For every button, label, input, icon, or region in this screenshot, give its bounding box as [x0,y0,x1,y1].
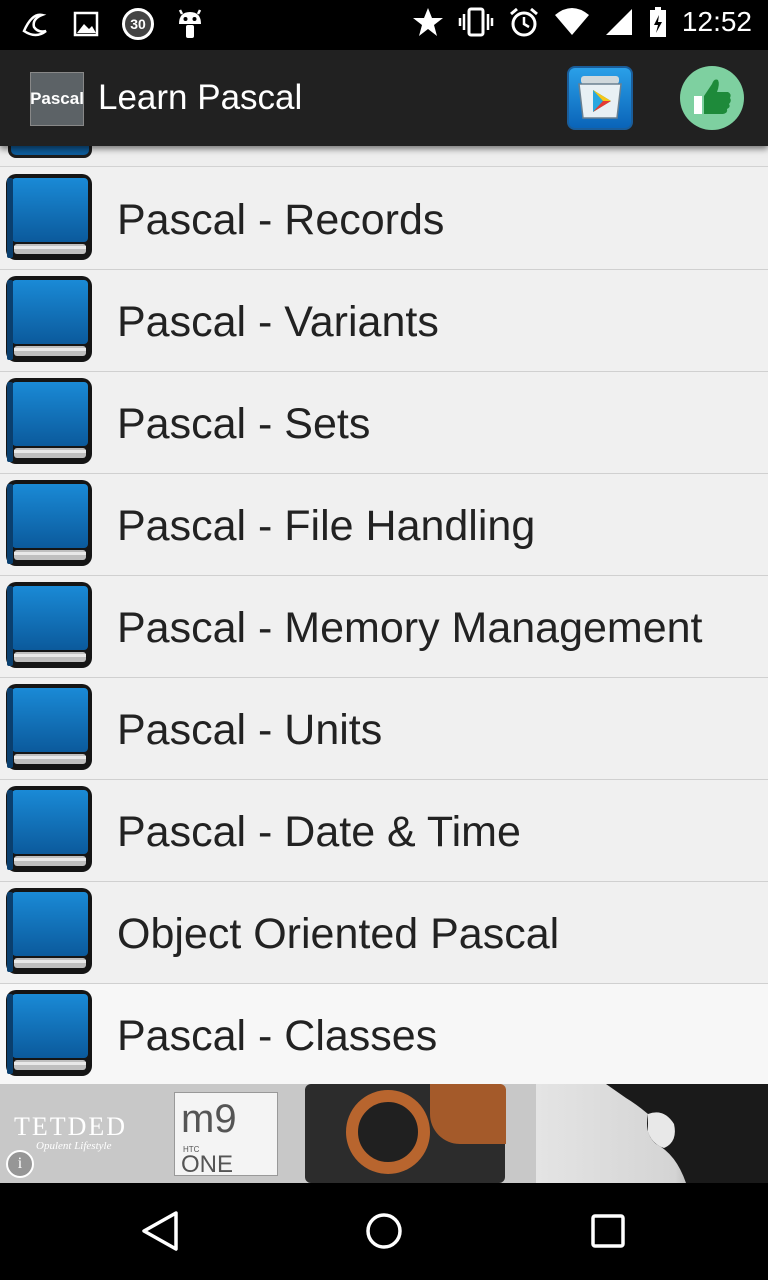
status-left-icons: 30 [20,8,204,40]
vibrate-icon [458,7,494,37]
app-logo: Pascal [30,72,84,126]
list-item-label: Pascal - Units [117,706,383,754]
ad-model-silhouette [606,1084,768,1183]
book-icon [6,582,92,668]
battery-icon [649,7,666,37]
wifi-icon [554,8,589,35]
ad-tagline: Opulent Lifestyle [36,1140,112,1152]
app-logo-text: Pascal [30,89,84,108]
alarm-icon [509,7,538,37]
thumbs-up-icon [694,79,731,114]
book-icon [6,276,92,362]
star-icon [412,8,443,36]
status-right-icons: 12:52 [412,6,752,38]
list-item-label: Pascal - Sets [117,400,371,448]
list-item-label: Object Oriented Pascal [117,910,560,958]
book-icon [6,480,92,566]
list-item[interactable]: Pascal - File Handling [0,474,768,576]
ad-banner[interactable]: TETDED Opulent Lifestyle m9 HTC ONE i [0,1084,768,1183]
book-icon [6,684,92,770]
notification-badge: 30 [122,8,154,40]
list-item-label: Pascal - Date & Time [117,808,521,856]
list-item[interactable]: Object Oriented Pascal [0,882,768,984]
book-icon [6,888,92,974]
book-icon [6,174,92,260]
back-icon[interactable] [136,1207,184,1255]
android-icon [178,9,202,38]
list-item[interactable]: Pascal - Records [0,168,768,270]
play-store-button[interactable] [567,66,633,130]
list-item-partial[interactable] [0,146,768,167]
list-item[interactable]: Pascal - Date & Time [0,780,768,882]
ad-model-photo [536,1084,768,1183]
navigation-bar [0,1183,768,1280]
book-icon [8,146,92,158]
list-item[interactable]: Pascal - Sets [0,372,768,474]
list-item-label: Pascal - Classes [117,1012,438,1060]
signal-icon [605,9,632,35]
recents-icon[interactable] [584,1207,632,1255]
list-item-label: Pascal - Memory Management [117,604,703,652]
status-clock: 12:52 [681,6,752,37]
ad-info-icon[interactable]: i [6,1150,34,1178]
app-title: Learn Pascal [98,78,303,117]
list-item[interactable]: Pascal - Variants [0,270,768,372]
status-bar: 30 12:52 [0,0,768,50]
list-item[interactable]: Pascal - Classes [0,984,768,1084]
ad-product-model: m9 [181,1097,237,1141]
ad-case-ring [346,1090,430,1174]
ad-product-line: ONE [181,1151,234,1178]
home-icon[interactable] [360,1207,408,1255]
weather-icon [22,13,47,37]
play-store-icon [578,76,622,119]
book-icon [6,378,92,464]
ad-case-leather [430,1084,506,1144]
image-icon [73,11,99,37]
book-icon [6,990,92,1076]
book-icon [6,786,92,872]
app-toolbar: Pascal Learn Pascal [0,50,768,146]
like-button[interactable] [680,66,744,130]
list-item-label: Pascal - Records [117,196,445,244]
list-item[interactable]: Pascal - Memory Management [0,576,768,678]
list-item[interactable]: Pascal - Units [0,678,768,780]
topic-list: Pascal - Records Pascal - Variants Pascal … [0,146,768,1084]
ad-brand: TETDED [14,1112,128,1141]
ad-product-box: m9 HTC ONE [174,1092,278,1178]
list-item-label: Pascal - Variants [117,298,439,346]
list-item-label: Pascal - File Handling [117,502,536,550]
